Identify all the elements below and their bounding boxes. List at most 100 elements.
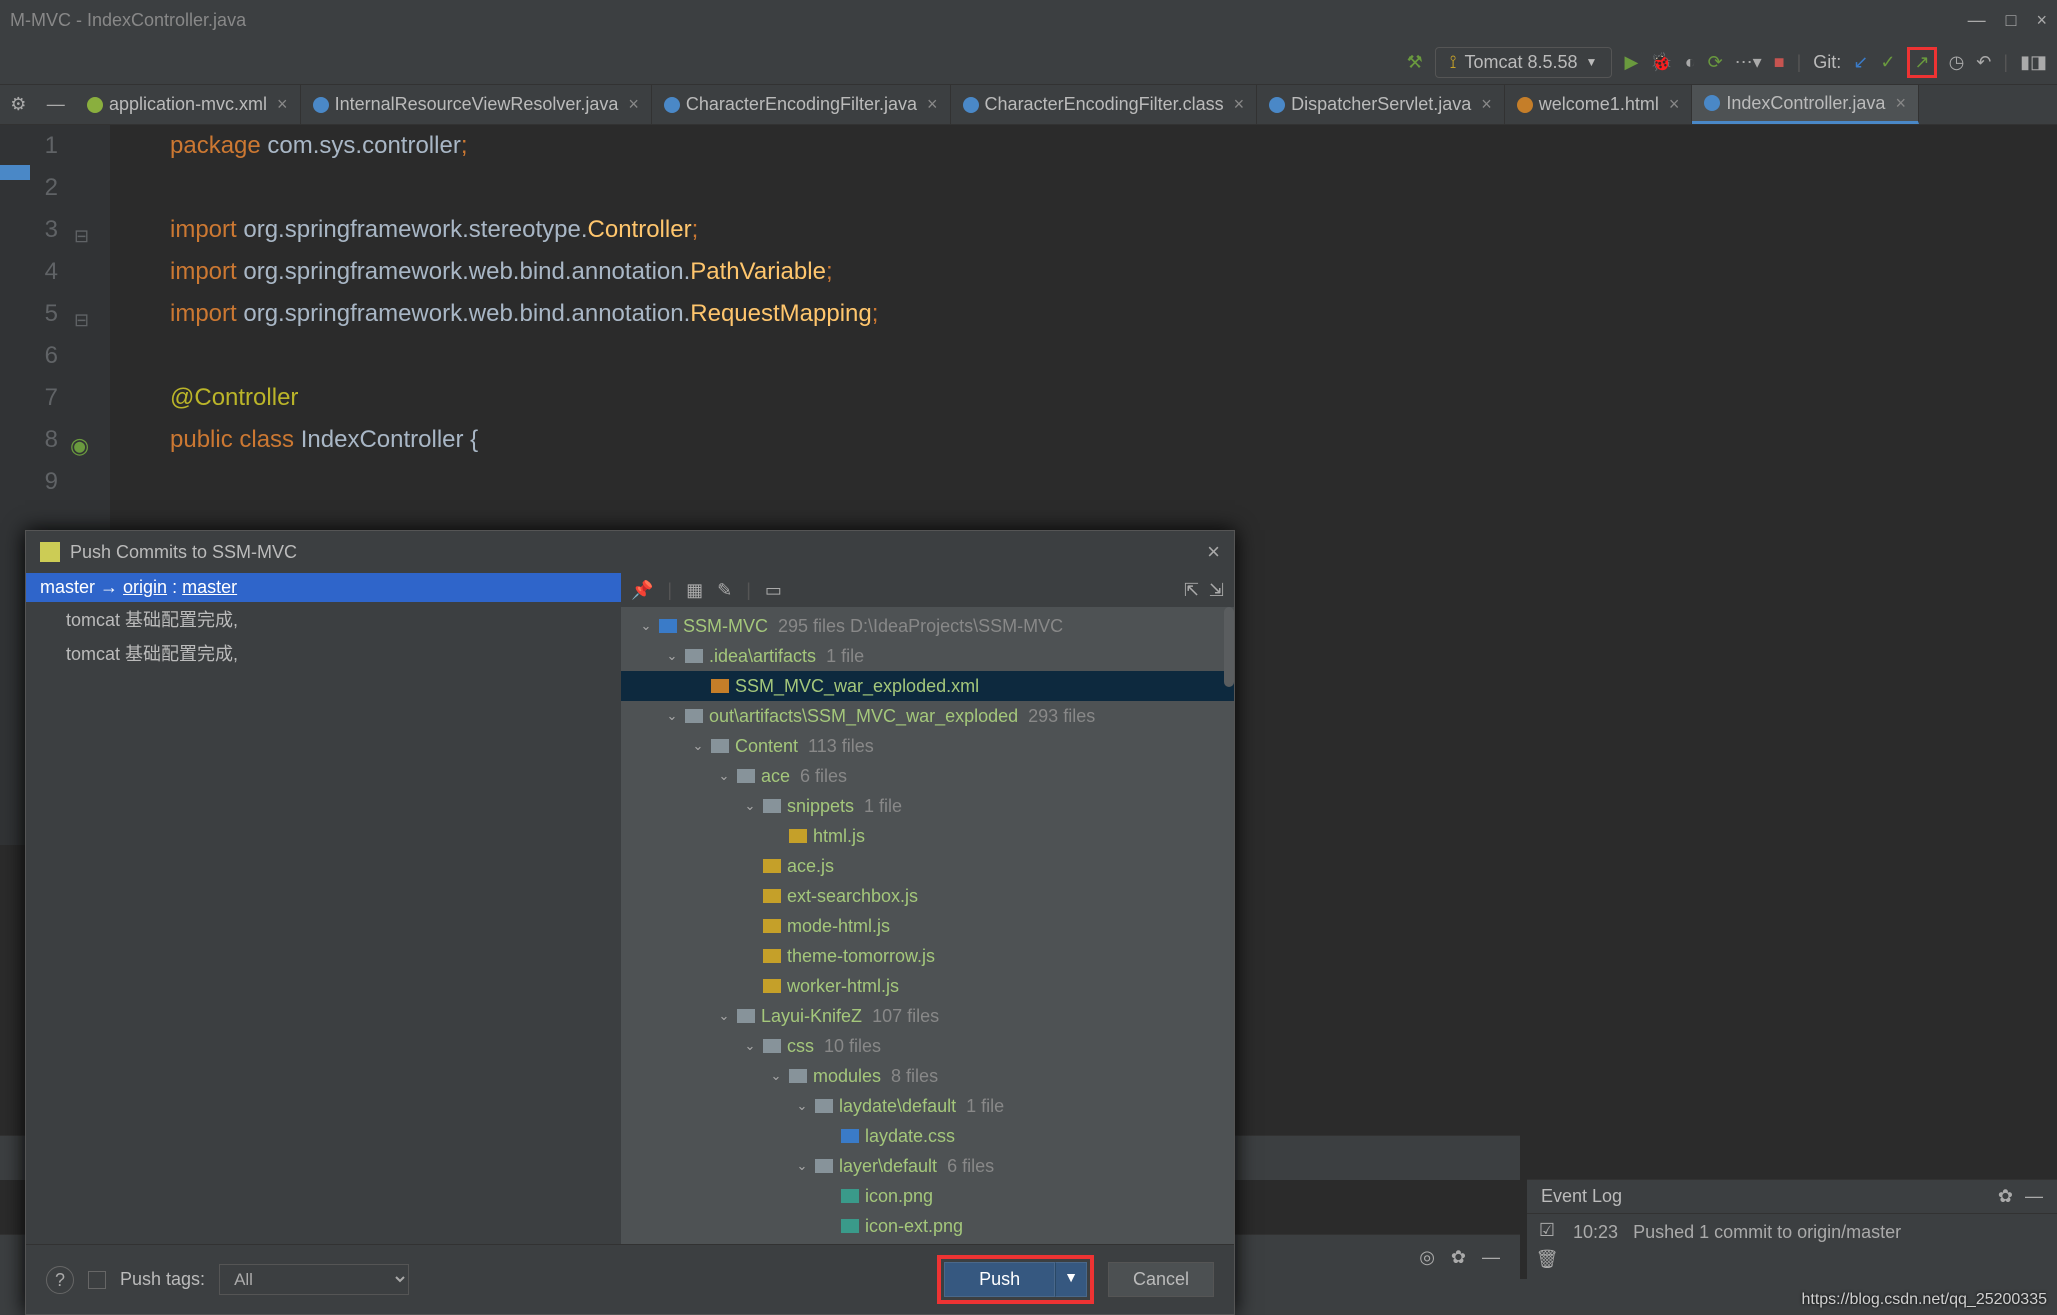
hide-icon[interactable]: — [2025, 1186, 2043, 1207]
run-icon[interactable]: ▶ [1624, 52, 1638, 73]
tree-row[interactable]: ext-searchbox.js [621, 881, 1234, 911]
dialog-titlebar[interactable]: Push Commits to SSM-MVC × [26, 531, 1234, 573]
git-update-icon[interactable]: ↙ [1853, 52, 1868, 73]
trash-icon[interactable]: 🗑 [1536, 1249, 1559, 1270]
close-icon[interactable]: × [1895, 93, 1906, 114]
expand-icon[interactable]: ⌄ [795, 1158, 809, 1174]
commit-item[interactable]: tomcat 基础配置完成, [26, 636, 621, 670]
debug-icon[interactable]: 🐞 [1650, 52, 1672, 73]
gear-icon[interactable]: ✿ [1451, 1247, 1466, 1268]
expand-icon[interactable]: ⌄ [743, 798, 757, 814]
tree-row[interactable]: ⌄out\artifacts\SSM_MVC_war_exploded293 f… [621, 701, 1234, 731]
tree-row[interactable]: mode-html.js [621, 911, 1234, 941]
close-icon[interactable]: × [628, 94, 639, 115]
expand-icon[interactable]: ⌄ [717, 768, 731, 784]
pin-icon[interactable]: 📌 [631, 580, 653, 601]
edit-icon[interactable]: ✎ [717, 580, 732, 601]
jsf-icon [763, 949, 781, 963]
tree-row[interactable]: ⌄Content113 files [621, 731, 1234, 761]
commit-item[interactable]: tomcat 基础配置完成, [26, 602, 621, 636]
expand-icon[interactable]: ⌄ [717, 1008, 731, 1024]
close-icon[interactable]: × [927, 94, 938, 115]
git-history-icon[interactable]: ◷ [1949, 52, 1965, 73]
tree-row[interactable]: icon-ext.png [621, 1211, 1234, 1241]
tab-characterencodingfilter-java[interactable]: CharacterEncodingFilter.java× [652, 85, 951, 124]
tree-row[interactable]: ⌄laydate\default1 file [621, 1091, 1234, 1121]
tree-row[interactable]: ⌄ace6 files [621, 761, 1234, 791]
tree-row[interactable]: ⌄.idea\artifacts1 file [621, 641, 1234, 671]
close-icon[interactable]: × [1669, 94, 1680, 115]
tab-welcome1-html[interactable]: welcome1.html× [1505, 85, 1693, 124]
expand-icon[interactable]: ⌄ [639, 618, 653, 634]
tree-row[interactable]: worker-html.js [621, 971, 1234, 1001]
close-icon[interactable]: × [277, 94, 288, 115]
run-config-selector[interactable]: ⟟ Tomcat 8.5.58 ▼ [1435, 47, 1613, 78]
expand-icon[interactable]: ⌄ [665, 648, 679, 664]
preview-icon[interactable]: ▭ [765, 580, 782, 601]
files-tree[interactable]: ⌄SSM-MVC295 files D:\IdeaProjects\SSM-MV… [621, 607, 1234, 1244]
expand-icon[interactable]: ⌄ [665, 708, 679, 724]
tree-row[interactable]: html.js [621, 821, 1234, 851]
hide-icon[interactable]: — [1482, 1247, 1500, 1268]
tree-row[interactable]: ⌄SSM-MVC295 files D:\IdeaProjects\SSM-MV… [621, 611, 1234, 641]
git-revert-icon[interactable]: ↶ [1976, 52, 1991, 73]
file-name: snippets [787, 796, 854, 817]
git-push-icon[interactable]: ↗ [1914, 52, 1929, 72]
tab-dispatcherservlet-java[interactable]: DispatcherServlet.java× [1257, 85, 1505, 124]
git-commit-icon[interactable]: ✓ [1880, 52, 1895, 73]
remote-branch[interactable]: master [182, 577, 237, 597]
tab-internalresourceviewresolver-java[interactable]: InternalResourceViewResolver.java× [301, 85, 652, 124]
remote-name[interactable]: origin [123, 577, 167, 597]
push-dropdown-arrow[interactable]: ▼ [1055, 1262, 1087, 1297]
close-window-icon[interactable]: × [2036, 10, 2047, 31]
tab-characterencodingfilter-class[interactable]: CharacterEncodingFilter.class× [951, 85, 1258, 124]
tree-row[interactable]: theme-tomorrow.js [621, 941, 1234, 971]
cancel-button[interactable]: Cancel [1108, 1262, 1214, 1297]
tree-row[interactable]: icon.png [621, 1181, 1234, 1211]
file-meta: 1 file [966, 1096, 1004, 1117]
push-button-highlight: Push ▼ [937, 1255, 1094, 1304]
file-name: Layui-KnifeZ [761, 1006, 862, 1027]
tree-row[interactable]: SSM_MVC_war_exploded.xml [621, 671, 1234, 701]
tab-application-mvc-xml[interactable]: application-mvc.xml× [75, 85, 301, 124]
hammer-build-icon[interactable]: ⚒ [1407, 52, 1423, 73]
push-button[interactable]: Push [944, 1262, 1055, 1297]
expand-icon[interactable]: ⌄ [691, 738, 705, 754]
close-icon[interactable]: × [1234, 94, 1245, 115]
branch-line[interactable]: master → origin : master [26, 573, 621, 602]
expand-icon[interactable]: ⌄ [743, 1038, 757, 1054]
search-everywhere-icon[interactable]: ▮◨ [2020, 52, 2047, 73]
tab-indexcontroller-java[interactable]: IndexController.java× [1692, 85, 1919, 124]
collapse-icon[interactable]: ⇲ [1209, 580, 1224, 601]
expand-icon[interactable]: ⇱ [1184, 580, 1199, 601]
gear-icon[interactable]: ✿ [1998, 1186, 2013, 1207]
stop-icon[interactable]: ■ [1774, 52, 1785, 73]
tree-row[interactable]: ace.js [621, 851, 1234, 881]
project-tool-stripe[interactable] [0, 165, 30, 180]
close-icon[interactable]: × [1481, 94, 1492, 115]
push-tags-checkbox[interactable] [88, 1271, 106, 1289]
close-icon[interactable]: × [1207, 539, 1220, 565]
tree-row[interactable]: ⌄Layui-KnifeZ107 files [621, 1001, 1234, 1031]
tree-row[interactable]: ⌄layer\default6 files [621, 1151, 1234, 1181]
tree-row[interactable]: ⌄snippets1 file [621, 791, 1234, 821]
expand-icon[interactable]: ⌄ [769, 1068, 783, 1084]
help-icon[interactable]: ? [46, 1266, 74, 1294]
scrollbar[interactable] [1224, 607, 1234, 687]
target-icon[interactable]: ◎ [1419, 1247, 1435, 1268]
coverage-icon[interactable]: ◐ [1685, 52, 1696, 73]
mark-read-icon[interactable]: ☑ [1539, 1220, 1555, 1241]
gear-icon[interactable]: ⚙ [10, 94, 26, 115]
hide-icon[interactable]: — [47, 94, 65, 115]
minimize-icon[interactable]: — [1968, 10, 1986, 31]
attach-icon[interactable]: ⋯▾ [1735, 52, 1762, 73]
push-tags-select[interactable]: All [219, 1264, 409, 1295]
expand-icon[interactable]: ⌄ [795, 1098, 809, 1114]
maximize-icon[interactable]: □ [2006, 10, 2017, 31]
group-icon[interactable]: ▦ [686, 580, 703, 601]
tree-row[interactable]: laydate.css [621, 1121, 1234, 1151]
tree-row[interactable]: ⌄modules8 files [621, 1061, 1234, 1091]
profile-icon[interactable]: ⟳ [1708, 52, 1723, 73]
file-meta: 6 files [947, 1156, 994, 1177]
tree-row[interactable]: ⌄css10 files [621, 1031, 1234, 1061]
